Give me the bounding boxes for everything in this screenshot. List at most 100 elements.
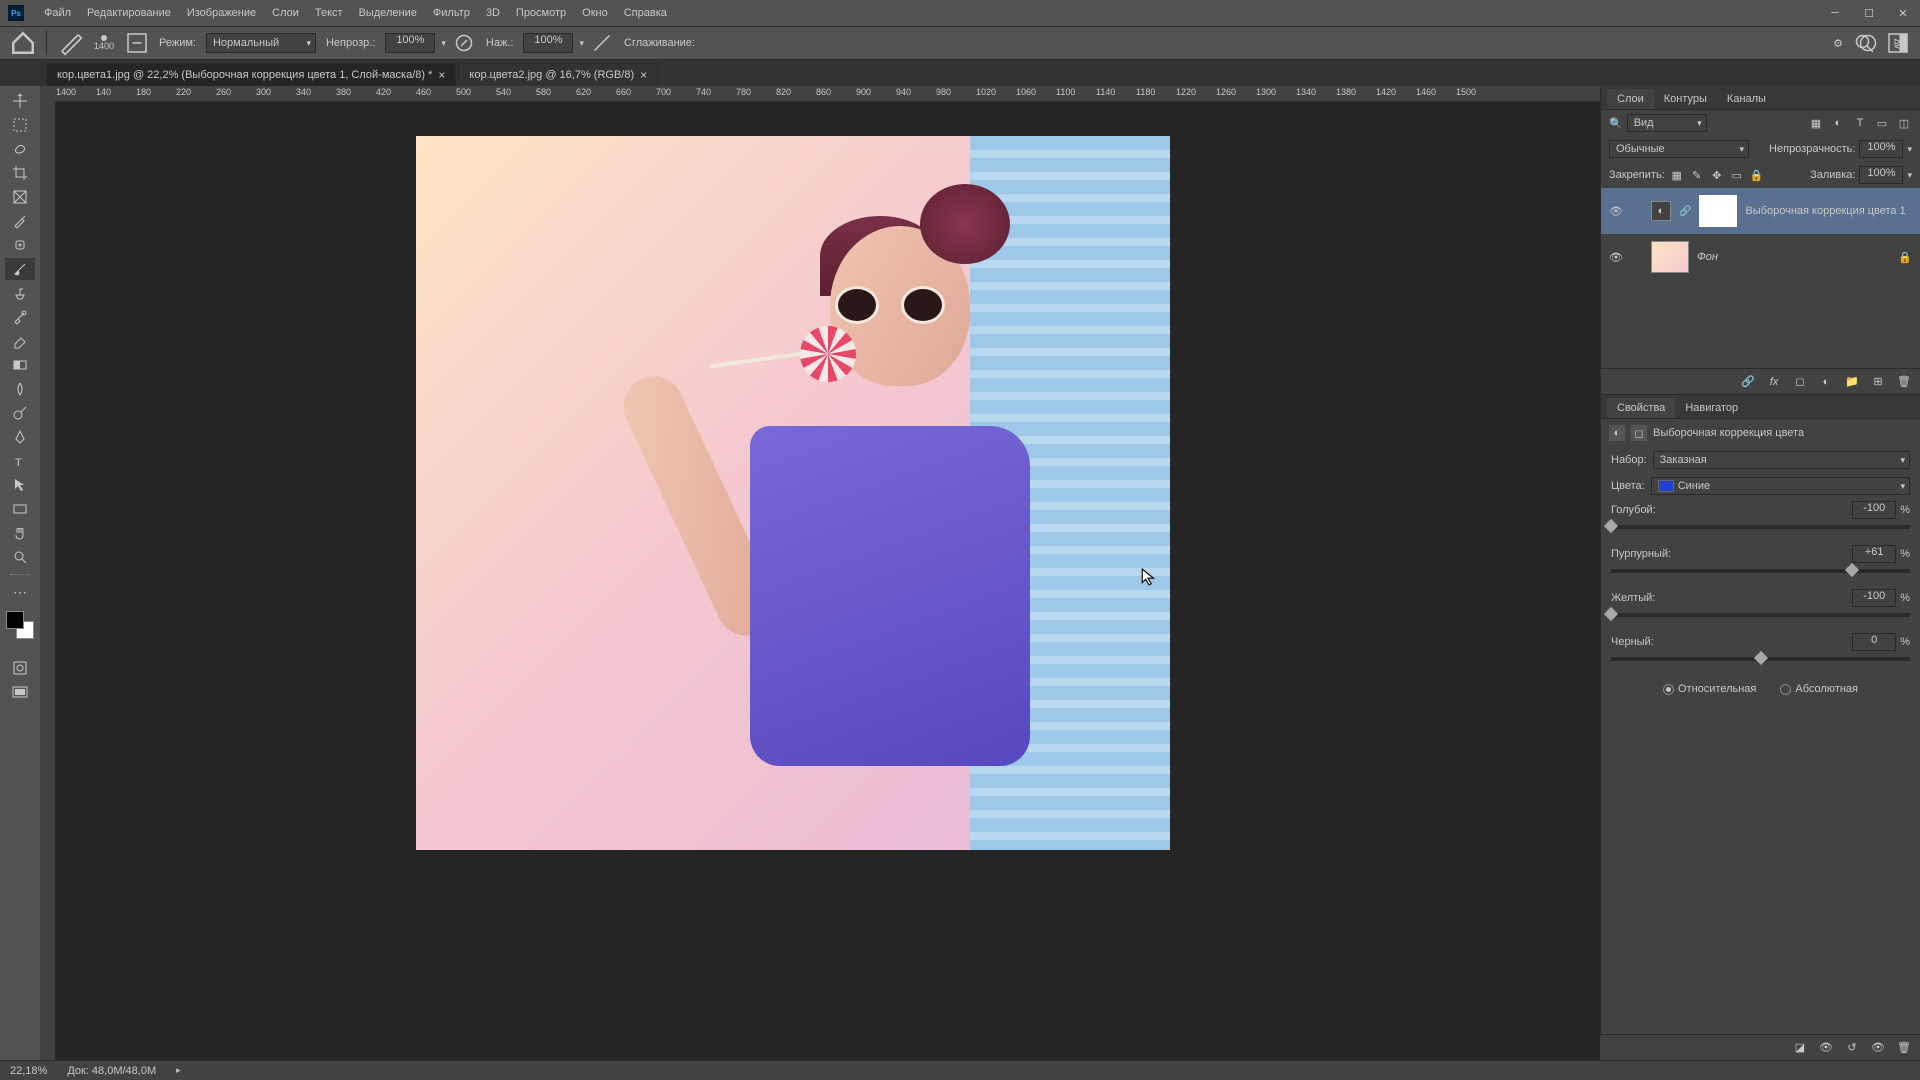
zoom-tool[interactable] <box>5 546 35 568</box>
foreground-color[interactable] <box>6 611 24 629</box>
brush-tool[interactable] <box>5 258 35 280</box>
menu-file[interactable]: Файл <box>36 7 79 19</box>
yellow-value-input[interactable]: -100 <box>1852 589 1896 607</box>
screen-mode-button[interactable] <box>5 681 35 703</box>
search-icon[interactable] <box>1852 31 1876 55</box>
document-info[interactable]: Док: 48,0M/48,0M <box>67 1065 156 1077</box>
link-layers-button[interactable]: 🔗 <box>1740 374 1756 390</box>
hand-tool[interactable] <box>5 522 35 544</box>
layer-row[interactable]: 👁 Фон 🔒 <box>1601 234 1920 280</box>
menu-help[interactable]: Справка <box>616 7 675 19</box>
blur-tool[interactable] <box>5 378 35 400</box>
crop-tool[interactable] <box>5 162 35 184</box>
toggle-visibility-button[interactable]: 👁 <box>1870 1040 1886 1056</box>
workspace-button[interactable] <box>1886 31 1910 55</box>
ruler-origin[interactable] <box>40 86 56 102</box>
rectangle-tool[interactable] <box>5 498 35 520</box>
menu-view[interactable]: Просмотр <box>508 7 574 19</box>
tab-properties[interactable]: Свойства <box>1607 398 1675 418</box>
close-button[interactable]: ✕ <box>1886 0 1920 26</box>
path-selection-tool[interactable] <box>5 474 35 496</box>
menu-filter[interactable]: Фильтр <box>425 7 478 19</box>
cyan-value-input[interactable]: -100 <box>1852 501 1896 519</box>
menu-type[interactable]: Текст <box>307 7 351 19</box>
adjustment-layer-button[interactable]: ◐ <box>1818 374 1834 390</box>
document-tab[interactable]: кор.цвета1.jpg @ 22,2% (Выборочная корре… <box>46 63 456 86</box>
brush-preset-picker[interactable]: 1400 <box>89 28 119 58</box>
layer-opacity-input[interactable]: 100% <box>1859 140 1903 158</box>
visibility-toggle[interactable]: 👁 <box>1609 251 1623 264</box>
delete-adjustment-button[interactable]: 🗑 <box>1896 1040 1912 1056</box>
filter-type-icon[interactable]: T <box>1852 115 1868 131</box>
layer-group-button[interactable]: 📁 <box>1844 374 1860 390</box>
new-layer-button[interactable]: ⊞ <box>1870 374 1886 390</box>
layer-name[interactable]: Фон <box>1697 251 1718 263</box>
healing-brush-tool[interactable] <box>5 234 35 256</box>
lock-transparency-icon[interactable]: ▦ <box>1669 167 1685 183</box>
colors-select[interactable]: Синие <box>1651 477 1910 495</box>
lock-pixels-icon[interactable]: ✎ <box>1689 167 1705 183</box>
lock-artboard-icon[interactable]: ▭ <box>1729 167 1745 183</box>
menu-edit[interactable]: Редактирование <box>79 7 179 19</box>
tab-layers[interactable]: Слои <box>1607 89 1654 109</box>
document-tab[interactable]: кор.цвета2.jpg @ 16,7% (RGB/8)× <box>458 63 658 86</box>
canvas-area[interactable]: 1400140180220260300340380420460500540580… <box>40 86 1600 1060</box>
lock-position-icon[interactable]: ✥ <box>1709 167 1725 183</box>
marquee-tool[interactable] <box>5 114 35 136</box>
tool-preset-picker[interactable] <box>57 30 83 56</box>
document-canvas[interactable] <box>416 136 1170 850</box>
gear-icon[interactable]: ⚙ <box>1826 31 1850 55</box>
menu-window[interactable]: Окно <box>574 7 616 19</box>
gradient-tool[interactable] <box>5 354 35 376</box>
menu-layer[interactable]: Слои <box>264 7 307 19</box>
filter-pixel-icon[interactable]: ▦ <box>1808 115 1824 131</box>
opacity-input[interactable]: 100% <box>385 33 435 53</box>
frame-tool[interactable] <box>5 186 35 208</box>
eyedropper-tool[interactable] <box>5 210 35 232</box>
quick-mask-button[interactable] <box>5 657 35 679</box>
dodge-tool[interactable] <box>5 402 35 424</box>
menu-3d[interactable]: 3D <box>478 7 508 19</box>
zoom-level[interactable]: 22,18% <box>10 1065 47 1077</box>
cyan-slider[interactable] <box>1611 525 1910 529</box>
layer-filter-select[interactable]: Вид <box>1627 114 1707 132</box>
type-tool[interactable]: T <box>5 450 35 472</box>
black-value-input[interactable]: 0 <box>1852 633 1896 651</box>
black-slider[interactable] <box>1611 657 1910 661</box>
flow-input[interactable]: 100% <box>523 33 573 53</box>
reset-button[interactable]: ↺ <box>1844 1040 1860 1056</box>
home-button[interactable] <box>10 30 36 56</box>
layer-fx-button[interactable]: fx <box>1766 374 1782 390</box>
layer-fill-input[interactable]: 100% <box>1859 166 1903 184</box>
airbrush-button[interactable] <box>590 31 614 55</box>
layer-mask-button[interactable]: ◻ <box>1792 374 1808 390</box>
eraser-tool[interactable] <box>5 330 35 352</box>
move-tool[interactable] <box>5 90 35 112</box>
color-picker[interactable] <box>6 611 34 639</box>
filter-shape-icon[interactable]: ▭ <box>1874 115 1890 131</box>
relative-radio[interactable]: Относительная <box>1663 683 1756 695</box>
horizontal-ruler[interactable]: 1400140180220260300340380420460500540580… <box>56 86 1600 102</box>
delete-layer-button[interactable]: 🗑 <box>1896 374 1912 390</box>
lock-all-icon[interactable]: 🔒 <box>1749 167 1765 183</box>
layer-row[interactable]: 👁 ◐ 🔗 Выборочная коррекция цвета 1 <box>1601 188 1920 234</box>
close-icon[interactable]: × <box>640 68 647 82</box>
visibility-toggle[interactable]: 👁 <box>1609 205 1623 218</box>
view-previous-button[interactable]: 👁 <box>1818 1040 1834 1056</box>
blend-mode-select[interactable]: Нормальный <box>206 33 316 53</box>
vertical-ruler[interactable] <box>40 102 56 1060</box>
mask-thumb[interactable] <box>1699 195 1737 227</box>
maximize-button[interactable]: ☐ <box>1852 0 1886 26</box>
menu-select[interactable]: Выделение <box>351 7 425 19</box>
minimize-button[interactable]: ─ <box>1818 0 1852 26</box>
clip-to-layer-button[interactable]: ◪ <box>1792 1040 1808 1056</box>
magenta-value-input[interactable]: +61 <box>1852 545 1896 563</box>
history-brush-tool[interactable] <box>5 306 35 328</box>
absolute-radio[interactable]: Абсолютная <box>1780 683 1858 695</box>
brush-settings-button[interactable] <box>125 31 149 55</box>
tab-navigator[interactable]: Навигатор <box>1675 398 1748 418</box>
filter-adjust-icon[interactable]: ◐ <box>1830 115 1846 131</box>
close-icon[interactable]: × <box>438 68 445 82</box>
adjustment-thumb[interactable]: ◐ <box>1651 201 1671 221</box>
edit-toolbar-button[interactable]: ⋯ <box>5 581 35 603</box>
